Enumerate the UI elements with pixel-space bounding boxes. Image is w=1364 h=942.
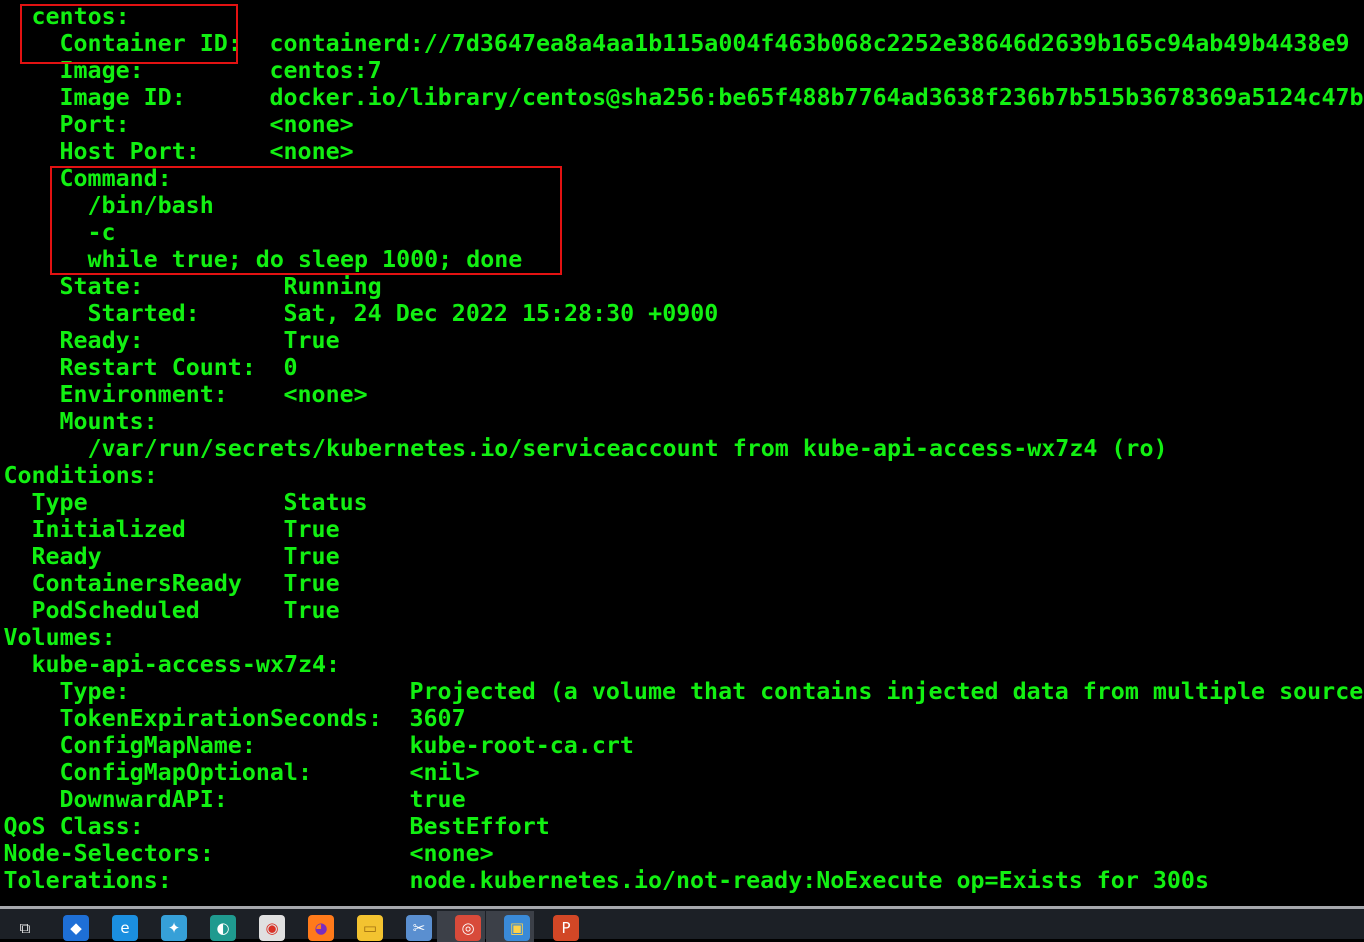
line-value: <none>: [270, 111, 354, 138]
line-key: Ready:: [60, 327, 144, 354]
line-value: True: [284, 543, 340, 570]
powerpoint-icon[interactable]: P: [553, 915, 579, 941]
line-value: True: [284, 597, 340, 624]
taskbar: ⧉ ◆ e ✦ ◐ ◉ ◕ ▭ ✂ ◎ ▣ P: [0, 906, 1364, 939]
line-value: True: [284, 327, 340, 354]
line-key: Conditions:: [4, 462, 158, 489]
line-key: kube-api-access-wx7z4:: [32, 651, 341, 678]
line-key: Image:: [60, 57, 144, 84]
line-key: Restart Count:: [60, 354, 256, 381]
line-value: <none>: [284, 381, 368, 408]
line-value: <nil>: [410, 759, 480, 786]
snipping-tool-icon[interactable]: ✂: [406, 915, 432, 941]
line-value: BestEffort: [410, 813, 550, 840]
line-key: Ready: [32, 543, 102, 570]
line-value: 0: [284, 354, 298, 381]
line-value: Status: [284, 489, 368, 516]
line-value: containerd://7d3647ea8a4aa1b115a004f463b…: [270, 30, 1350, 57]
line-key: Type: [32, 489, 88, 516]
vmware-icon[interactable]: ▣: [504, 915, 530, 941]
line-key: Node-Selectors:: [4, 840, 214, 867]
line-key: Image ID:: [60, 84, 186, 111]
line-key: ConfigMapName:: [60, 732, 256, 759]
line-key: DownwardAPI:: [60, 786, 228, 813]
line-key: Initialized: [32, 516, 186, 543]
line-value: <none>: [410, 840, 494, 867]
task-view-icon[interactable]: ⧉: [12, 915, 38, 941]
line-key: ContainersReady: [32, 570, 242, 597]
line-key: while true; do sleep 1000; done: [88, 246, 523, 273]
internet-explorer-icon[interactable]: e: [112, 915, 138, 941]
terminal-window[interactable]: centos:Container ID: containerd://7d3647e…: [0, 0, 1364, 906]
line-key: Type:: [60, 678, 130, 705]
line-key: Tolerations:: [4, 867, 172, 894]
line-value: node.kubernetes.io/not-ready:NoExecute o…: [410, 867, 1209, 894]
line-key: /var/run/secrets/kubernetes.io/serviceac…: [88, 435, 1168, 462]
xbox-icon[interactable]: ◆: [63, 915, 89, 941]
line-value: centos:7: [270, 57, 382, 84]
line-key: ConfigMapOptional:: [60, 759, 312, 786]
line-value: Running: [284, 273, 382, 300]
line-key: QoS Class:: [4, 813, 144, 840]
line-key: State:: [60, 273, 144, 300]
line-value: True: [284, 570, 340, 597]
file-explorer-icon[interactable]: ▭: [357, 915, 383, 941]
edge-icon[interactable]: ◐: [210, 915, 236, 941]
line-value: true: [410, 786, 466, 813]
line-key: Container ID:: [60, 30, 242, 57]
line-key: Command:: [60, 165, 172, 192]
line-key: -c: [88, 219, 116, 246]
line-value: True: [284, 516, 340, 543]
line-key: Environment:: [60, 381, 228, 408]
chrome-icon[interactable]: ◉: [259, 915, 285, 941]
firefox-icon[interactable]: ◕: [308, 915, 334, 941]
line-key: TokenExpirationSeconds:: [60, 705, 383, 732]
line-key: Started:: [88, 300, 200, 327]
swirl-app-icon[interactable]: ◎: [455, 915, 481, 941]
line-value: <none>: [270, 138, 354, 165]
line-key: /bin/bash: [88, 192, 214, 219]
line-value: kube-root-ca.crt: [410, 732, 634, 759]
line-value: Projected (a volume that contains inject…: [410, 678, 1364, 705]
bird-app-icon[interactable]: ✦: [161, 915, 187, 941]
line-key: Host Port:: [60, 138, 200, 165]
line-key: Port:: [60, 111, 130, 138]
line-value: docker.io/library/centos@sha256:be65f488…: [270, 84, 1364, 111]
line-key: Mounts:: [60, 408, 158, 435]
line-key: Volumes:: [4, 624, 116, 651]
line-value: 3607: [410, 705, 466, 732]
line-key: PodScheduled: [32, 597, 200, 624]
line-value: Sat, 24 Dec 2022 15:28:30 +0900: [284, 300, 719, 327]
line-key: centos:: [32, 3, 130, 30]
